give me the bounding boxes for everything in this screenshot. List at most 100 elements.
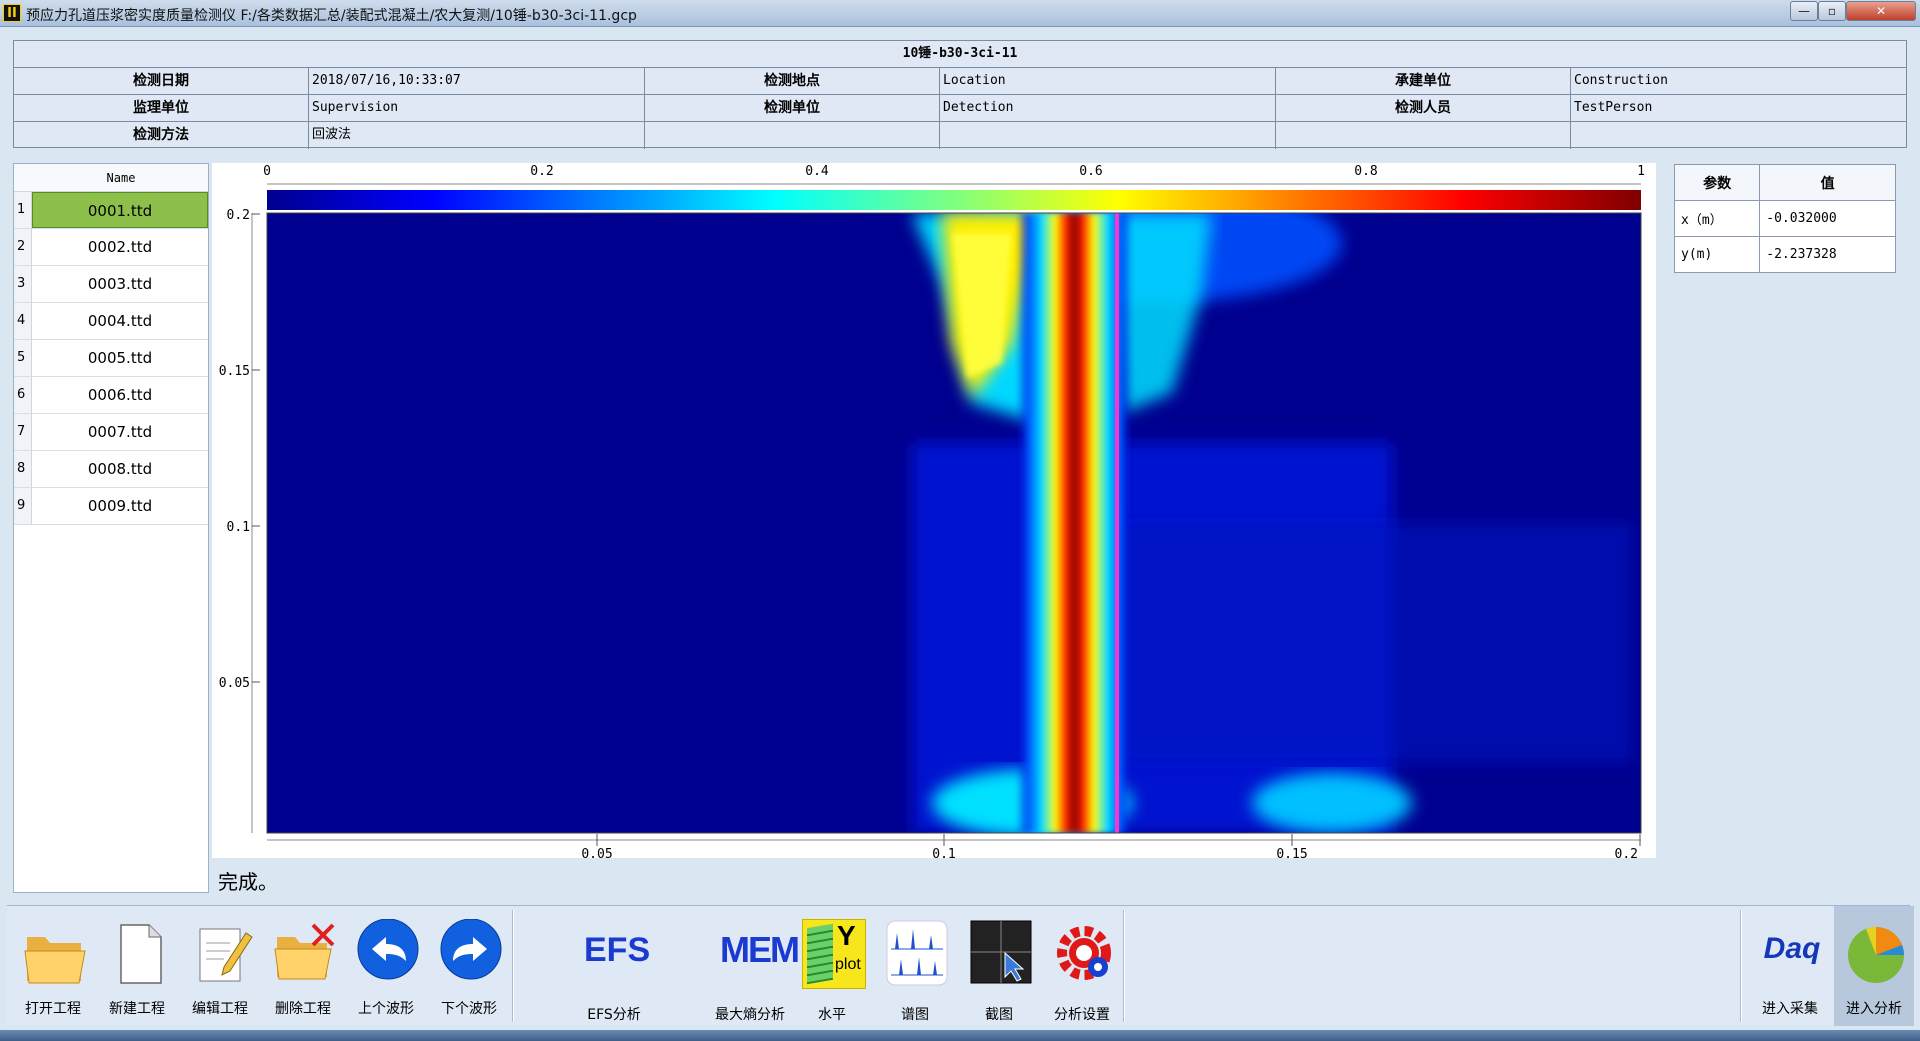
file-name[interactable]: 0007.ttd	[32, 414, 208, 450]
row-number: 5	[14, 340, 32, 376]
list-item[interactable]: 6 0006.ttd	[14, 377, 208, 414]
x-tick-label: 0.05	[581, 847, 612, 858]
params-header-name: 参数	[1673, 164, 1761, 201]
efs-analysis-button[interactable]: EFS EFS分析	[574, 906, 654, 1026]
info-value[interactable]	[1571, 122, 1906, 149]
enter-acquisition-button[interactable]: Daq 进入采集	[1750, 906, 1830, 1026]
info-value[interactable]: Location	[940, 68, 1276, 94]
analysis-settings-label: 分析设置	[1054, 1007, 1110, 1023]
y-tick-label: 0.05	[219, 676, 250, 691]
spectrum-plot-panel[interactable]: 0 0.2 0.4 0.6 0.8 1 0.2 0.15 0.1 0.05 0.…	[212, 163, 1656, 858]
row-number: 8	[14, 451, 32, 487]
list-item[interactable]: 1 0001.ttd	[14, 192, 208, 229]
info-value[interactable]: 回波法	[309, 122, 645, 149]
file-name[interactable]: 0004.ttd	[32, 303, 208, 339]
info-value[interactable]: Detection	[940, 95, 1276, 121]
minimize-button[interactable]: —	[1790, 1, 1818, 21]
row-number: 1	[14, 192, 32, 228]
spectrum-heatmap[interactable]: 0 0.2 0.4 0.6 0.8 1 0.2 0.15 0.1 0.05 0.…	[212, 163, 1656, 858]
list-item[interactable]: 2 0002.ttd	[14, 229, 208, 266]
file-name[interactable]: 0001.ttd	[32, 192, 208, 228]
x-axis: 0.05 0.1 0.15 0.2	[267, 834, 1641, 858]
info-label: 承建单位	[1276, 68, 1571, 94]
yplot-icon-y: Y	[837, 920, 856, 951]
params-table: 参数值 x（m） -0.032000 y(m) -2.237328	[1673, 164, 1896, 273]
colorbar-ticks: 0 0.2 0.4 0.6 0.8 1	[263, 164, 1645, 179]
y-tick-label: 0.1	[227, 520, 250, 535]
new-project-label: 新建工程	[109, 1001, 165, 1017]
file-list: Name 1 0001.ttd 2 0002.ttd 3 0003.ttd 4 0004…	[13, 163, 209, 893]
maximize-button[interactable]: ▫	[1818, 1, 1846, 21]
list-item[interactable]: 7 0007.ttd	[14, 414, 208, 451]
close-button[interactable]: ✕	[1846, 1, 1916, 21]
folder-open-icon	[24, 937, 86, 984]
file-list-header: Name	[14, 164, 208, 192]
prev-waveform-label: 上个波形	[358, 1001, 414, 1017]
info-value[interactable]: Construction	[1571, 68, 1906, 94]
level-button[interactable]: Y plot 水平	[792, 906, 872, 1026]
list-item[interactable]: 9 0009.ttd	[14, 488, 208, 525]
info-label: 检测地点	[645, 68, 940, 94]
mem-icon: MEM	[720, 929, 800, 970]
edit-project-button[interactable]: 编辑工程	[180, 906, 260, 1026]
pie-chart-icon	[1848, 927, 1904, 983]
list-item[interactable]: 5 0005.ttd	[14, 340, 208, 377]
file-name[interactable]: 0003.ttd	[32, 266, 208, 302]
spectrum-button[interactable]: 谱图	[875, 906, 955, 1026]
info-label: 检测日期	[14, 68, 309, 94]
spectrum-label: 谱图	[901, 1007, 929, 1023]
info-value[interactable]: TestPerson	[1571, 95, 1906, 121]
efs-icon: EFS	[584, 931, 651, 969]
enter-acquisition-label: 进入采集	[1762, 1001, 1818, 1017]
param-name: y(m)	[1673, 236, 1761, 273]
mem-analysis-button[interactable]: MEM 最大熵分析	[710, 906, 800, 1026]
file-name[interactable]: 0002.ttd	[32, 229, 208, 265]
row-number: 2	[14, 229, 32, 265]
param-value: -0.032000	[1759, 200, 1896, 237]
open-project-button[interactable]: 打开工程	[13, 906, 93, 1026]
file-name[interactable]: 0005.ttd	[32, 340, 208, 376]
info-label	[645, 122, 940, 149]
file-name[interactable]: 0006.ttd	[32, 377, 208, 413]
x-tick-label: 0.1	[932, 847, 955, 858]
new-project-button[interactable]: 新建工程	[97, 906, 177, 1026]
info-value[interactable]	[940, 122, 1276, 149]
analysis-settings-button[interactable]: 分析设置	[1042, 906, 1122, 1026]
app-icon: II	[3, 4, 21, 22]
y-tick-label: 0.15	[219, 364, 250, 379]
level-label: 水平	[818, 1007, 846, 1023]
delete-project-label: 删除工程	[275, 1001, 331, 1017]
info-label: 检测人员	[1276, 95, 1571, 121]
screenshot-label: 截图	[985, 1007, 1013, 1023]
list-item[interactable]: 8 0008.ttd	[14, 451, 208, 488]
info-value[interactable]: Supervision	[309, 95, 645, 121]
param-name: x（m）	[1673, 200, 1761, 237]
toolbar-separator	[1123, 910, 1125, 1022]
delete-project-button[interactable]: 删除工程	[263, 906, 343, 1026]
screenshot-button[interactable]: 截图	[959, 906, 1039, 1026]
y-axis: 0.2 0.15 0.1 0.05	[219, 208, 260, 833]
list-item[interactable]: 4 0004.ttd	[14, 303, 208, 340]
row-number: 4	[14, 303, 32, 339]
info-label: 检测方法	[14, 122, 309, 149]
y-tick-label: 0.2	[227, 208, 250, 223]
info-label: 监理单位	[14, 95, 309, 121]
enter-analysis-button[interactable]: 进入分析	[1834, 906, 1914, 1026]
file-name[interactable]: 0009.ttd	[32, 488, 208, 524]
edit-document-icon	[199, 928, 253, 982]
file-name[interactable]: 0008.ttd	[32, 451, 208, 487]
prev-waveform-button[interactable]: 上个波形	[346, 906, 426, 1026]
spectrum-icon	[886, 920, 948, 986]
next-waveform-button[interactable]: 下个波形	[429, 906, 509, 1026]
x-tick-label: 0.15	[1276, 847, 1307, 858]
colorbar-tick-label: 1	[1637, 164, 1645, 179]
new-file-icon	[120, 924, 162, 984]
title-bar: II 预应力孔道压浆密实度质量检测仪 F:/各类数据汇总/装配式混凝土/农大复测…	[0, 0, 1920, 27]
info-label: 检测单位	[645, 95, 940, 121]
info-label	[1276, 122, 1571, 149]
param-value: -2.237328	[1759, 236, 1896, 273]
gear-icon	[1057, 926, 1111, 980]
params-header-value: 值	[1759, 164, 1896, 201]
info-value[interactable]: 2018/07/16,10:33:07	[309, 68, 645, 94]
list-item[interactable]: 3 0003.ttd	[14, 266, 208, 303]
